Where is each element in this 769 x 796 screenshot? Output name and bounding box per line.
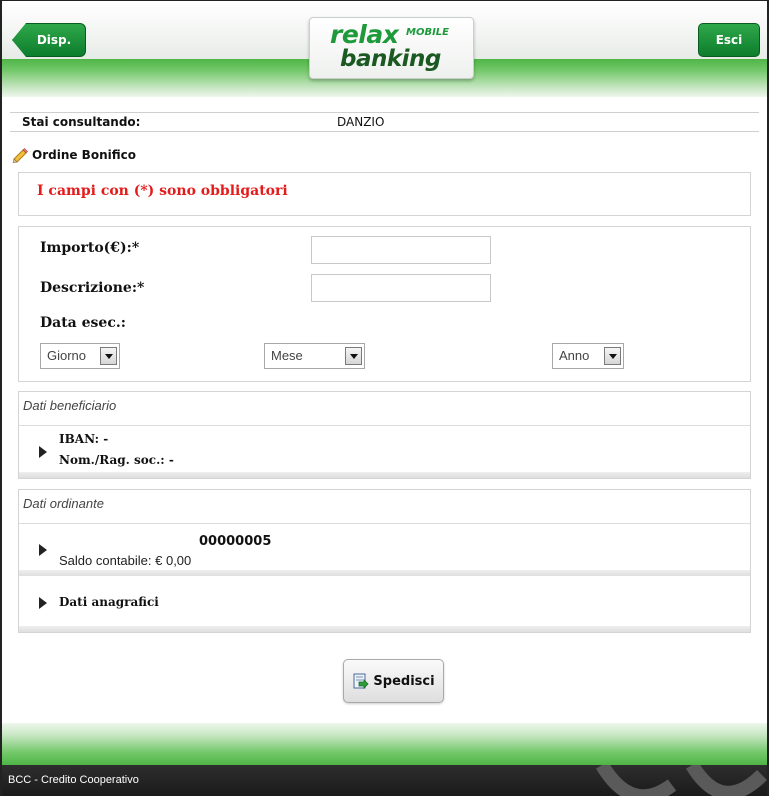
app-window: Disp. Esci relax MOBILE banking Stai con… <box>0 0 769 796</box>
required-notice-box: I campi con (*) sono obbligatori <box>18 172 751 216</box>
required-notice: I campi con (*) sono obbligatori <box>37 183 288 199</box>
month-select-value: Mese <box>271 348 303 363</box>
divider <box>19 472 750 478</box>
context-label: Stai consultando: <box>22 115 141 129</box>
description-input[interactable] <box>311 274 491 302</box>
send-button[interactable]: Spedisci <box>343 659 444 703</box>
orderer-section: Dati ordinante 00000005 Saldo contabile:… <box>18 489 751 633</box>
year-select-value: Anno <box>559 348 590 363</box>
beneficiary-header: Dati beneficiario <box>19 392 750 426</box>
orderer-header: Dati ordinante <box>19 490 750 524</box>
beneficiary-section: Dati beneficiario IBAN: - Nom./Rag. soc.… <box>18 391 751 479</box>
exit-button[interactable]: Esci <box>698 23 760 57</box>
transfer-form: Importo(€):* Descrizione:* Data esec.: G… <box>18 226 751 382</box>
logo: relax MOBILE banking <box>309 17 474 79</box>
amount-input[interactable] <box>311 236 491 264</box>
account-row[interactable]: 00000005 Saldo contabile: € 0,00 <box>19 524 750 572</box>
logo-relax-text: relax <box>330 20 399 49</box>
iban-label: IBAN: - <box>59 432 109 446</box>
brand-mark-icon <box>595 765 767 796</box>
beneficiary-row[interactable]: IBAN: - Nom./Rag. soc.: - <box>19 426 750 474</box>
footer: BCC - Credito Cooperativo <box>2 765 767 796</box>
day-select[interactable]: Giorno <box>40 343 120 369</box>
balance-text: Saldo contabile: € 0,00 <box>59 553 192 568</box>
day-select-value: Giorno <box>47 348 87 363</box>
divider <box>19 626 750 632</box>
month-select[interactable]: Mese <box>264 343 365 369</box>
beneficiary-name-label: Nom./Rag. soc.: - <box>59 453 174 467</box>
logo-banking-text: banking <box>340 46 441 72</box>
divider <box>19 570 750 576</box>
context-bar: Stai consultando: DANZIO <box>10 112 759 132</box>
expand-arrow-icon <box>39 544 47 556</box>
date-label: Data esec.: <box>40 315 126 331</box>
expand-arrow-icon <box>39 446 47 458</box>
year-select[interactable]: Anno <box>552 343 624 369</box>
chevron-down-icon <box>345 347 362 365</box>
back-button[interactable]: Disp. <box>12 23 86 57</box>
footer-green-band <box>2 723 767 765</box>
context-value: DANZIO <box>337 115 385 129</box>
pencil-icon <box>12 148 28 163</box>
send-label: Spedisci <box>373 673 435 689</box>
personal-data-label: Dati anagrafici <box>59 595 159 609</box>
header: Disp. Esci relax MOBILE banking <box>2 1 767 105</box>
chevron-down-icon <box>100 347 117 365</box>
send-icon <box>353 673 369 689</box>
account-number: 00000005 <box>199 534 272 549</box>
footer-text: BCC - Credito Cooperativo <box>8 774 139 786</box>
chevron-down-icon <box>604 347 621 365</box>
description-label: Descrizione:* <box>40 280 145 296</box>
page-title: Ordine Bonifico <box>12 145 136 165</box>
expand-arrow-icon <box>39 597 47 609</box>
amount-label: Importo(€):* <box>40 240 140 256</box>
logo-mobile-text: MOBILE <box>406 27 449 38</box>
page-title-text: Ordine Bonifico <box>32 148 136 162</box>
personal-data-row[interactable]: Dati anagrafici <box>19 578 750 624</box>
